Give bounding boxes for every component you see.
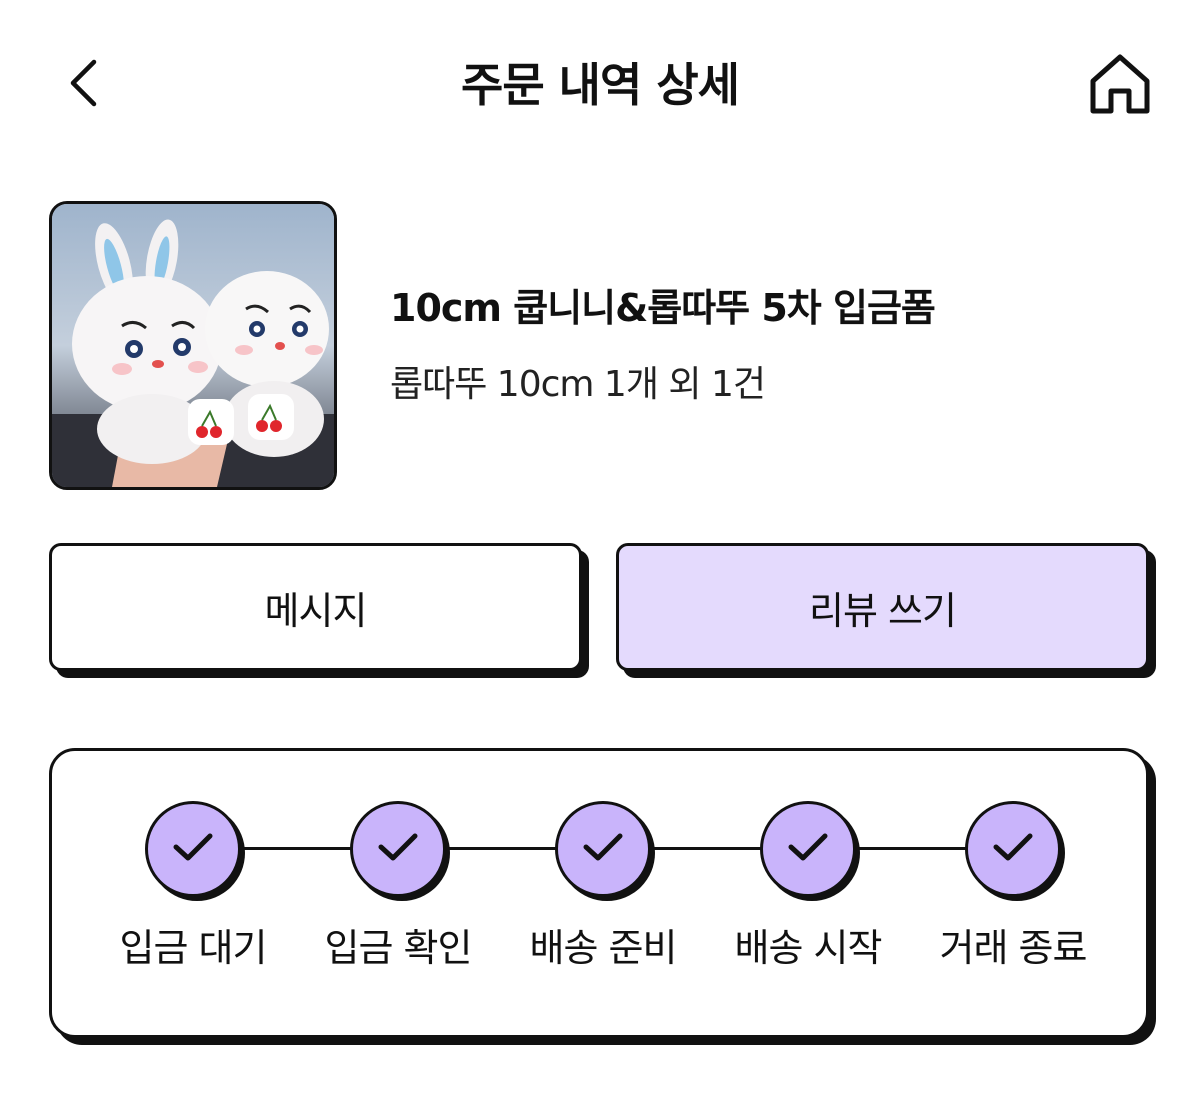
plush-dolls-photo [52, 204, 334, 487]
check-icon [581, 830, 625, 868]
check-icon [376, 830, 420, 868]
write-review-button[interactable]: 리뷰 쓰기 [616, 543, 1149, 671]
step-done-circle [145, 801, 241, 897]
step-label: 입금 확인 [324, 926, 473, 970]
step-label: 거래 종료 [939, 926, 1088, 970]
check-icon [991, 830, 1035, 868]
step-done-circle [555, 801, 651, 897]
product-thumbnail[interactable] [49, 201, 337, 490]
step-done-circle [350, 801, 446, 897]
page-title: 주문 내역 상세 [461, 58, 740, 112]
step-done-circle [965, 801, 1061, 897]
step-done-circle [760, 801, 856, 897]
chevron-left-icon [66, 58, 100, 112]
back-button[interactable] [55, 55, 111, 115]
message-button-label: 메시지 [264, 588, 368, 633]
step-label: 배송 시작 [734, 926, 883, 970]
progress-step-shipping-started: 배송 시작 [708, 801, 908, 973]
check-icon [171, 830, 215, 868]
home-button[interactable] [1082, 48, 1158, 124]
check-icon [786, 830, 830, 868]
product-summary: 롭따뚜 10cm 1개 외 1건 [390, 364, 766, 405]
message-button[interactable]: 메시지 [49, 543, 582, 671]
step-label: 입금 대기 [119, 926, 268, 970]
progress-step-deposit-waiting: 입금 대기 [93, 801, 293, 973]
progress-step-transaction-complete: 거래 종료 [913, 801, 1113, 973]
step-label: 배송 준비 [529, 926, 678, 970]
write-review-button-label: 리뷰 쓰기 [809, 588, 957, 633]
order-progress-card: 입금 대기 입금 확인 배송 준비 배송 시작 거래 종료 [49, 748, 1149, 1038]
progress-step-deposit-confirmed: 입금 확인 [298, 801, 498, 973]
home-icon [1087, 51, 1153, 121]
progress-step-shipping-prep: 배송 준비 [503, 801, 703, 973]
header-bar: 주문 내역 상세 [0, 0, 1200, 170]
product-name[interactable]: 10cm 쿱니니&롭따뚜 5차 입금폼 [390, 282, 936, 334]
